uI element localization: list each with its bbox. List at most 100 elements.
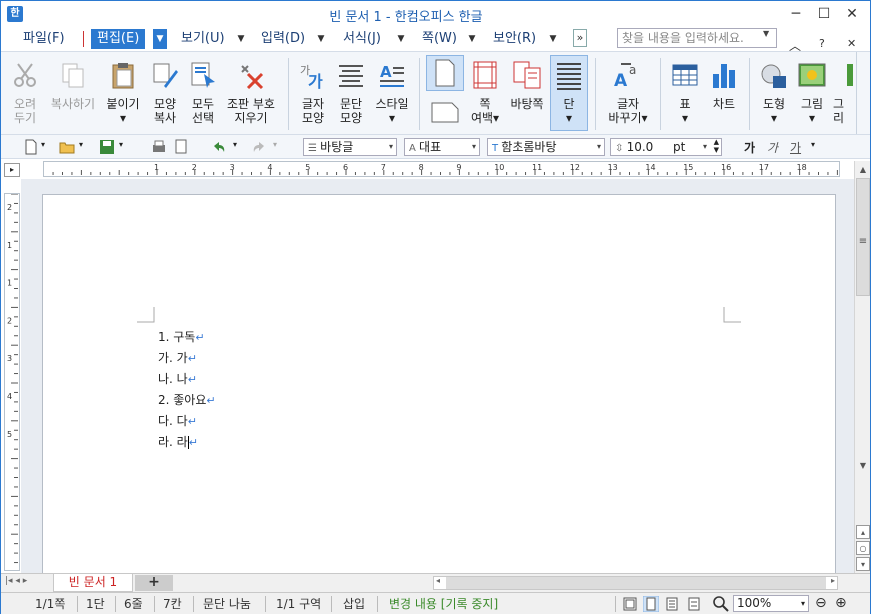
menu-page-caret[interactable]: ▼ [465, 29, 479, 49]
copy-button[interactable]: 복사하기 [47, 56, 99, 111]
master-page-button[interactable]: 바탕쪽 [506, 56, 548, 111]
clear-markup-button[interactable]: 조판 부호 지우기 [222, 56, 280, 125]
portrait-button[interactable] [426, 55, 464, 91]
view-normal-icon[interactable] [623, 597, 637, 611]
bold-button[interactable]: 가 [744, 139, 755, 156]
table-button[interactable]: 표 ▾ [667, 56, 703, 125]
save-caret[interactable]: ▾ [119, 140, 123, 149]
new-doc-caret[interactable]: ▾ [41, 140, 45, 149]
scroll-down-icon[interactable]: ▼ [856, 459, 870, 473]
doc-close-icon[interactable]: ✕ [847, 37, 856, 50]
add-tab-button[interactable]: + [135, 575, 173, 591]
scroll-left-icon[interactable]: ◂ [436, 576, 440, 585]
chart-button[interactable]: 차트 [705, 56, 743, 111]
columns-button[interactable]: 단 ▾ [550, 55, 588, 131]
italic-button[interactable]: 가 [767, 139, 778, 156]
new-doc-icon[interactable] [23, 139, 39, 155]
page-margin-button[interactable]: 쪽 여백▾ [467, 56, 503, 125]
scissors-icon [14, 63, 36, 87]
scroll-up-icon[interactable]: ▲ [856, 163, 870, 177]
style-button[interactable]: A 스타일 ▾ [371, 56, 413, 125]
menu-view-caret[interactable]: ▼ [234, 29, 248, 49]
horizontal-ruler[interactable]: 1 2 3 4 5 6 7 8 9 10 11 12 13 14 15 16 17 18 [43, 161, 840, 177]
menu-expand-button[interactable]: » [573, 29, 587, 47]
font-size-unit[interactable]: pt [673, 139, 685, 155]
menu-insert[interactable]: 입력(D) [261, 29, 305, 49]
document-page[interactable]: 1. 구독↵ 가. 가↵ 나. 나↵ 2. 좋아요↵ 다. 다↵ 라. 라↵ [42, 194, 836, 574]
view-page-icon[interactable] [643, 596, 659, 612]
font-size-combo[interactable]: ⇳ 10.0 pt ▾ ▲ ▼ [610, 138, 722, 156]
menu-edit-caret[interactable]: ▼ [153, 29, 167, 49]
select-all-button[interactable]: 모두 선택 [185, 56, 221, 125]
doc-line[interactable]: 나. 나↵ [158, 369, 216, 390]
shape-button[interactable]: 도형 ▾ [756, 56, 792, 125]
doc-line[interactable]: 다. 다↵ [158, 411, 216, 432]
font-combo[interactable]: T 함초롬바탕 ▾ [487, 138, 605, 156]
font-size-spinner[interactable]: ▲ ▼ [714, 138, 719, 154]
zoom-in-icon[interactable]: ⊕ [835, 595, 847, 611]
view-wide-icon[interactable] [665, 597, 679, 611]
menu-page[interactable]: 쪽(W) [422, 29, 457, 49]
status-mode[interactable]: 삽입 [343, 596, 365, 612]
print-icon[interactable] [151, 139, 167, 155]
doc-line[interactable]: 가. 가↵ [158, 348, 216, 369]
paste-button[interactable]: 붙이기 ▾ [102, 56, 144, 125]
horizontal-scroll-thumb[interactable] [446, 577, 826, 589]
landscape-button[interactable] [426, 96, 464, 128]
style-combo[interactable]: ☰ 바탕글 ▾ [303, 138, 397, 156]
status-track-changes[interactable]: 변경 내용 [기록 중지] [389, 596, 498, 612]
menu-file[interactable]: 파일(F) [23, 29, 65, 49]
undo-icon[interactable] [211, 139, 227, 155]
horizontal-scrollbar[interactable]: ◂ ▸ [433, 576, 838, 590]
view-outline-icon[interactable] [687, 597, 701, 611]
ruler-corner-button[interactable]: ▸ [4, 163, 20, 177]
search-input[interactable]: 찾을 내용을 입력하세요. [617, 28, 777, 48]
redo-icon[interactable] [251, 139, 267, 155]
vertical-ruler[interactable]: 2 1 1 2 3 4 5 [4, 193, 20, 611]
page-up-icon[interactable]: ▴ [856, 525, 870, 539]
scroll-right-icon[interactable]: ▸ [831, 576, 835, 585]
vertical-scrollbar[interactable]: ▲ ≡ ▼ ▴ ○ ▾ [854, 161, 870, 574]
menu-edit[interactable]: 편집(E) [91, 29, 146, 49]
font-lang-combo[interactable]: A 대표 ▾ [404, 138, 480, 156]
document-tab[interactable]: 빈 문서 1 [53, 574, 133, 592]
menu-security[interactable]: 보안(R) [493, 29, 536, 49]
zoom-combo[interactable]: 100% ▾ [733, 595, 809, 612]
zoom-out-icon[interactable]: ⊖ [815, 595, 827, 611]
doc-line[interactable]: 1. 구독↵ [158, 327, 216, 348]
status-page[interactable]: 1/1쪽 [35, 596, 65, 612]
menu-format[interactable]: 서식(J) [343, 29, 381, 49]
doc-line[interactable]: 2. 좋아요↵ [158, 390, 216, 411]
underline-button[interactable]: 가 [790, 139, 801, 156]
menu-format-caret[interactable]: ▼ [394, 29, 408, 49]
zoom-magnifier-icon[interactable] [713, 596, 729, 612]
char-shape-button[interactable]: 가가 글자 모양 [295, 56, 331, 125]
open-folder-icon[interactable] [59, 139, 75, 155]
document-area[interactable]: 1. 구독↵ 가. 가↵ 나. 나↵ 2. 좋아요↵ 다. 다↵ 라. 라↵ [21, 179, 854, 574]
drawing-button[interactable]: 그리 [833, 56, 853, 125]
select-object-icon[interactable]: ○ [856, 541, 870, 555]
menu-security-caret[interactable]: ▼ [546, 29, 560, 49]
undo-caret[interactable]: ▾ [233, 140, 237, 149]
document-body[interactable]: 1. 구독↵ 가. 가↵ 나. 나↵ 2. 좋아요↵ 다. 다↵ 라. 라↵ [158, 327, 216, 453]
menu-insert-caret[interactable]: ▼ [314, 29, 328, 49]
save-icon[interactable] [99, 139, 115, 155]
close-button[interactable]: ✕ [837, 3, 867, 25]
page-down-icon[interactable]: ▾ [856, 557, 870, 571]
char-style-caret[interactable]: ▾ [811, 140, 815, 149]
format-copy-button[interactable]: 모양 복사 [146, 56, 184, 125]
tab-nav-icons[interactable]: |◂ ◂ ▸ [5, 576, 27, 586]
open-caret[interactable]: ▾ [79, 140, 83, 149]
replace-button[interactable]: Aa 글자 바꾸기▾ [603, 56, 653, 125]
picture-button[interactable]: 그림 ▾ [794, 56, 830, 125]
redo-caret[interactable]: ▾ [273, 140, 277, 149]
para-shape-button[interactable]: 문단 모양 [333, 56, 369, 125]
minimize-button[interactable]: ─ [781, 3, 811, 25]
print-preview-icon[interactable] [173, 139, 189, 155]
search-dropdown-caret[interactable]: ▼ [763, 29, 769, 38]
cut-button[interactable]: 오려 두기 [6, 56, 44, 125]
help-icon[interactable]: ? [819, 37, 825, 50]
doc-line[interactable]: 라. 라↵ [158, 432, 216, 453]
maximize-button[interactable]: ☐ [809, 3, 839, 25]
menu-view[interactable]: 보기(U) [181, 29, 225, 49]
